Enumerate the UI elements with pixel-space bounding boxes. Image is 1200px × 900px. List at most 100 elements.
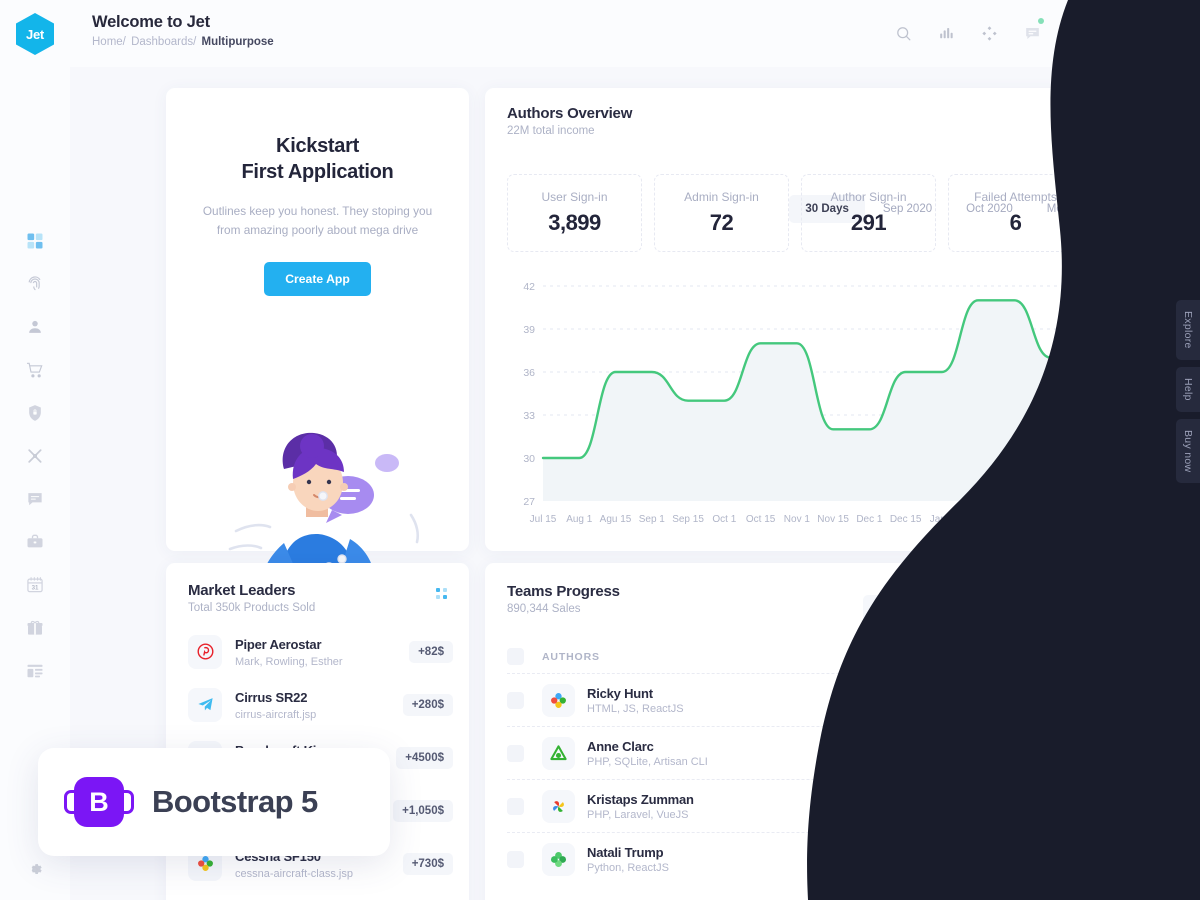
author-name: Natali Trump: [587, 844, 664, 860]
teams-header: Teams Progress 890,344 Sales: [507, 583, 620, 615]
bootstrap-logo-letter: B: [89, 786, 109, 817]
teams-search-box[interactable]: Search: [984, 595, 1089, 623]
sidebar-item-dashboard[interactable]: [24, 230, 46, 252]
progress-percent: 47%: [862, 794, 886, 807]
sidebar-item-fingerprint[interactable]: [24, 273, 46, 295]
top-bar: Welcome to Jet Home/ Dashboards/ Multipu…: [70, 0, 1200, 67]
search-icon[interactable]: [892, 23, 914, 45]
product-desc: cirrus-aircraft.jsp: [235, 708, 317, 721]
svg-text:Jan 1: Jan 1: [930, 514, 955, 525]
svg-text:Sep 15: Sep 15: [672, 514, 704, 525]
row-checkbox[interactable]: [507, 691, 524, 709]
svg-text:Feb 1: Feb 1: [1002, 514, 1028, 525]
sidebar-item-security[interactable]: [24, 402, 46, 424]
view-button[interactable]: View: [1037, 846, 1089, 872]
author-stack: Python, ReactJS: [587, 861, 669, 874]
bootstrap-badge: B Bootstrap 5: [38, 748, 390, 856]
sidebar-item-gift[interactable]: [24, 617, 46, 639]
tab-buy-now[interactable]: Buy now: [1176, 418, 1200, 483]
svg-text:Oct 1: Oct 1: [712, 514, 736, 525]
clover-icon: [542, 842, 575, 876]
kickstart-description: Outlines keep you honest. They stoping y…: [202, 204, 433, 238]
moon-icon[interactable]: [1107, 23, 1129, 45]
product-desc: Mark, Rowling, Esther: [235, 655, 343, 668]
authors-area-chart: 27 30 33 36 39 42 Jul 15 Aug 1 Agu 15 Sep 1 Sep 15…: [507, 278, 1100, 541]
diamond-dots-icon[interactable]: [978, 23, 1000, 45]
user-filter-select[interactable]: All Users: [863, 595, 973, 623]
list-item[interactable]: Cirrus SR22 cirrus-aircraft.jsp +280$: [188, 678, 453, 731]
breadcrumb-dashboards[interactable]: Dashboards/: [131, 36, 196, 48]
stat-admin-signin: Admin Sign-in 72: [654, 174, 789, 252]
tab-explore[interactable]: Explore: [1176, 300, 1200, 360]
windmill-icon: [542, 789, 575, 823]
flower-icon: [542, 683, 575, 717]
drive-icon: [542, 736, 575, 770]
apps-grid-icon[interactable]: [1064, 23, 1086, 45]
row-checkbox[interactable]: [507, 797, 524, 815]
stat-label: Author Sign-in: [830, 190, 907, 204]
product-amount: +280$: [402, 693, 453, 716]
telegram-icon: [188, 687, 222, 722]
stat-label: User Sign-in: [541, 190, 608, 204]
svg-text:Oct 15: Oct 15: [746, 514, 776, 525]
row-checkbox[interactable]: [507, 850, 524, 868]
progress-percent: 71%: [862, 847, 886, 860]
view-button[interactable]: View: [1037, 793, 1089, 819]
list-item[interactable]: Piper Aerostar Mark, Rowling, Esther +82$: [188, 625, 453, 678]
author-stack: PHP, Laravel, VueJS: [587, 808, 689, 821]
table-row[interactable]: Anne Clarc PHP, SQLite, Artisan CLI 85% Vie…: [507, 726, 1089, 779]
svg-text:Jul 15: Jul 15: [530, 514, 557, 525]
sidebar-item-cart[interactable]: [24, 359, 46, 381]
kickstart-title-line1: Kickstart: [276, 135, 359, 157]
user-avatar[interactable]: [1150, 17, 1182, 50]
sidebar-item-briefcase[interactable]: [24, 531, 46, 553]
svg-text:Mar 1: Mar 1: [1074, 514, 1089, 525]
teams-title: Teams Progress: [507, 583, 620, 600]
authors-stats: User Sign-in 3,899 Admin Sign-in 72 Auth…: [507, 174, 1083, 252]
bar-chart-icon[interactable]: [935, 23, 957, 45]
sidebar-item-chat[interactable]: [24, 488, 46, 510]
settings-button[interactable]: [26, 860, 45, 884]
svg-text:Sep 1: Sep 1: [639, 514, 666, 525]
dots-grid-icon[interactable]: [436, 588, 447, 599]
stat-user-signin: User Sign-in 3,899: [507, 174, 642, 252]
sidebar-item-layout[interactable]: [24, 660, 46, 682]
stat-value: 6: [1009, 210, 1022, 235]
view-button[interactable]: View: [1037, 687, 1089, 713]
app-logo[interactable]: Jet: [16, 13, 54, 55]
view-button[interactable]: View: [1037, 740, 1089, 766]
kickstart-title-line2: First Application: [241, 160, 394, 183]
product-name: Piper Aerostar: [235, 636, 322, 652]
row-checkbox[interactable]: [507, 744, 524, 762]
sidebar-item-drone[interactable]: [24, 445, 46, 467]
authors-header: Authors Overview 22M total income: [507, 105, 632, 137]
create-app-button[interactable]: Create App: [264, 261, 371, 296]
market-title: Market Leaders: [188, 582, 296, 599]
sidebar-item-user[interactable]: [24, 316, 46, 338]
kickstart-title: Kickstart First Application: [166, 134, 469, 185]
teams-table: AUTHORS PROGRESS ACTION Ricky Hunt HTML, …: [507, 640, 1089, 885]
progress-percent: 85%: [862, 741, 886, 754]
svg-text:Nov 15: Nov 15: [817, 514, 849, 525]
bootstrap-badge-text: Bootstrap 5: [152, 784, 318, 819]
table-row[interactable]: Kristaps Zumman PHP, Laravel, VueJS 47% Vie…: [507, 779, 1089, 832]
svg-text:36: 36: [523, 367, 535, 379]
column-progress: PROGRESS: [862, 650, 929, 663]
teams-progress-card: Teams Progress 890,344 Sales All Users S…: [485, 563, 1105, 900]
authors-title: Authors Overview: [507, 105, 633, 122]
tab-help[interactable]: Help: [1176, 366, 1200, 412]
authors-subtitle: 22M total income: [507, 125, 595, 137]
breadcrumb-home[interactable]: Home/: [92, 36, 126, 48]
product-amount: +4500$: [396, 746, 453, 769]
svg-text:27: 27: [523, 496, 535, 508]
progress-bar: [862, 707, 1005, 712]
table-row[interactable]: Ricky Hunt HTML, JS, ReactJS 65% View: [507, 673, 1089, 726]
author-stack: HTML, JS, ReactJS: [587, 702, 684, 715]
select-all-checkbox[interactable]: [507, 648, 524, 665]
sidebar-item-calendar[interactable]: 31: [24, 574, 46, 596]
teams-subtitle: 890,344 Sales: [507, 603, 581, 615]
product-amount: +82$: [409, 640, 453, 663]
chat-icon[interactable]: [1021, 17, 1044, 45]
table-row[interactable]: Natali Trump Python, ReactJS 71% View: [507, 832, 1089, 885]
logo-text: Jet: [26, 26, 44, 42]
